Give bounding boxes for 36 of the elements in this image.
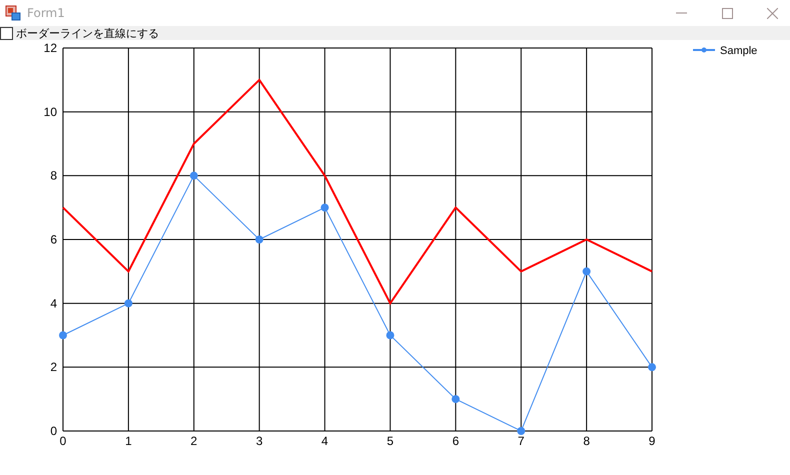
data-point	[190, 172, 198, 180]
x-tick-label: 6	[452, 434, 459, 448]
checkbox-label: ボーダーラインを直線にする	[16, 26, 159, 40]
y-tick-label: 12	[44, 41, 57, 55]
data-point	[124, 299, 132, 308]
minimize-icon[interactable]	[676, 12, 688, 14]
x-tick-label: 4	[321, 434, 328, 448]
legend-label: Sample	[720, 45, 758, 57]
app-icon	[5, 5, 21, 21]
x-tick-label: 8	[583, 434, 590, 448]
x-tick-label: 3	[256, 434, 263, 448]
data-point	[255, 236, 264, 244]
x-tick-label: 0	[60, 434, 66, 448]
data-point	[452, 395, 460, 404]
x-tick-label: 2	[190, 434, 198, 448]
data-point	[320, 204, 329, 212]
x-tick-label: 7	[518, 434, 524, 448]
y-tick-label: 4	[50, 296, 57, 310]
x-tick-label: 1	[125, 434, 132, 448]
x-tick-label: 9	[648, 434, 656, 448]
y-tick-label: 10	[44, 104, 57, 119]
y-tick-label: 8	[50, 168, 57, 183]
y-tick-label: 0	[50, 424, 57, 438]
x-tick-label: 5	[386, 434, 394, 448]
data-point	[386, 331, 394, 340]
y-tick-label: 2	[50, 360, 57, 374]
data-point	[648, 363, 656, 372]
checkbox[interactable]	[0, 26, 13, 40]
close-icon[interactable]	[767, 8, 778, 18]
data-point	[582, 267, 591, 276]
data-point	[517, 427, 526, 435]
data-point	[59, 331, 67, 340]
y-tick-label: 6	[50, 232, 57, 246]
legend-marker-icon	[693, 48, 715, 52]
maximize-icon[interactable]	[722, 8, 733, 18]
window-title: Form1	[27, 6, 65, 20]
